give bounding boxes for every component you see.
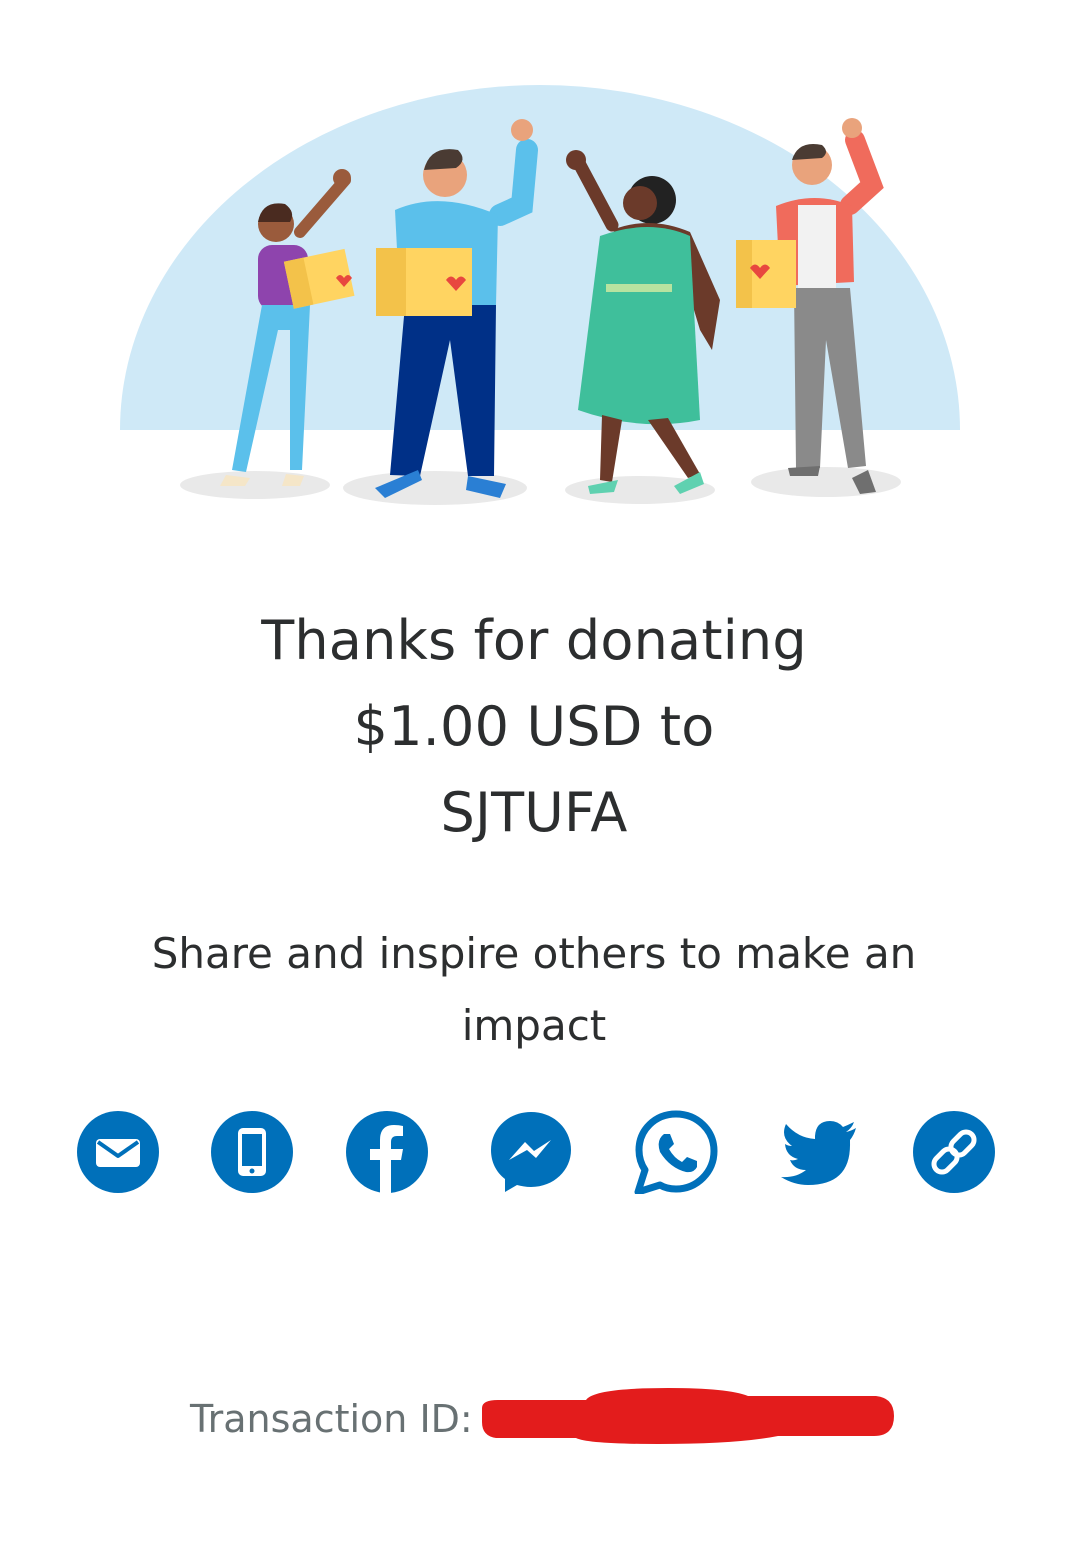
share-twitter-button[interactable]: [778, 1110, 862, 1194]
share-messenger-button[interactable]: [489, 1110, 573, 1194]
sms-icon: [211, 1111, 293, 1193]
facebook-icon: [346, 1111, 428, 1193]
transaction-id-label: Transaction ID:: [190, 1397, 473, 1441]
share-buttons-row: [0, 1110, 1068, 1200]
share-prompt: Share and inspire others to make an impa…: [151, 929, 917, 1050]
whatsapp-icon: [634, 1110, 718, 1194]
redaction-mark: [482, 1388, 894, 1444]
twitter-icon: [781, 1121, 856, 1185]
headline-line-2: $1.00 USD to: [353, 695, 715, 758]
hero-illustration: [0, 0, 1068, 540]
copy-link-icon: [913, 1111, 995, 1193]
share-sms-button[interactable]: [210, 1110, 294, 1194]
redacted-transaction-id: [478, 1384, 898, 1446]
share-copy-link-button[interactable]: [912, 1110, 996, 1194]
share-email-button[interactable]: [76, 1110, 160, 1194]
recipient-name: SJTUFA: [440, 781, 628, 844]
messenger-icon: [491, 1112, 571, 1192]
share-whatsapp-button[interactable]: [634, 1110, 718, 1194]
email-icon: [77, 1111, 159, 1193]
share-facebook-button[interactable]: [345, 1110, 429, 1194]
donors-illustration: [120, 85, 960, 505]
headline-line-1: Thanks for donating: [261, 609, 807, 672]
thank-you-headline: Thanks for donating $1.00 USD to SJTUFA: [0, 598, 1068, 856]
